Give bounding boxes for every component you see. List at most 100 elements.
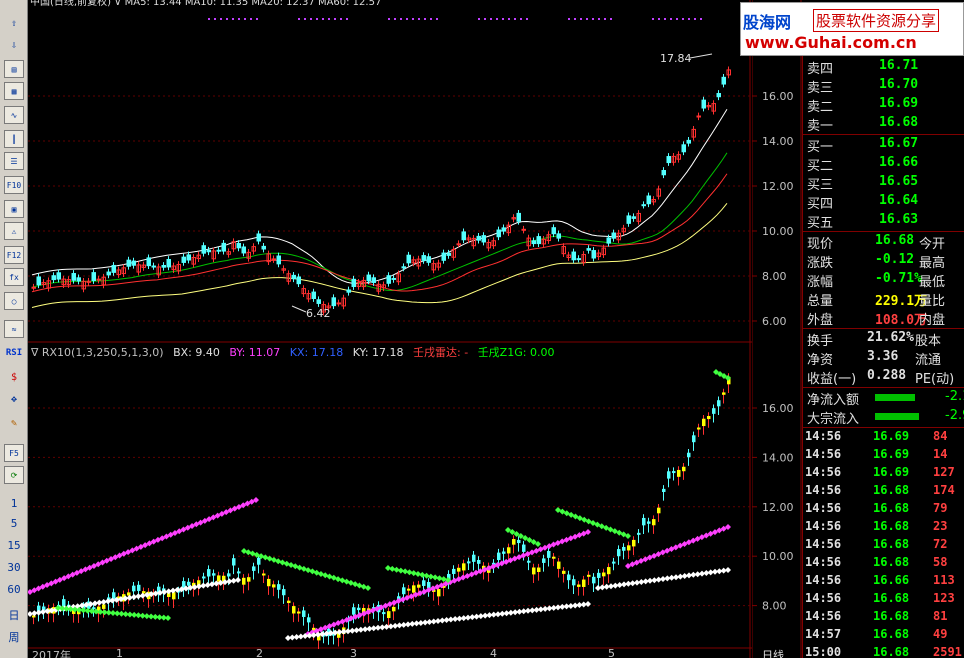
tick-volume: 174 xyxy=(933,483,955,497)
period-1[interactable]: 1 xyxy=(4,494,24,512)
report-icon[interactable]: ▤ xyxy=(4,60,24,78)
ind-candle-body xyxy=(697,427,701,430)
tick-row: 14:57 16.68 49 xyxy=(805,627,964,645)
ind-candle-body xyxy=(692,435,696,443)
f10-icon[interactable]: F10 xyxy=(4,176,24,194)
tick-volume: 113 xyxy=(933,573,955,587)
signal-dot xyxy=(574,18,576,20)
candle-body xyxy=(551,227,556,235)
candle-body xyxy=(261,245,266,250)
period-5[interactable]: 5 xyxy=(4,514,24,532)
bid-row: 买二 16.66 xyxy=(805,155,964,174)
signal-dot xyxy=(598,18,600,20)
indicator-ky: KY: 17.18 xyxy=(352,346,404,359)
ind-candle-body xyxy=(212,573,216,576)
stat2-row: 收益(一) 0.288 PE(动) xyxy=(805,368,964,387)
ind-candle-body xyxy=(602,572,606,577)
period-30[interactable]: 30 xyxy=(4,558,24,576)
period-60[interactable]: 60 xyxy=(4,580,24,598)
ind-candle-body xyxy=(387,611,391,619)
period-day[interactable]: 日 xyxy=(4,606,24,624)
chart-canvas[interactable]: 17.84 6.42 xyxy=(27,0,802,658)
ind-candle-body xyxy=(542,558,546,563)
grid-icon[interactable]: ▦ xyxy=(4,82,24,100)
ind-candle-body xyxy=(682,466,686,472)
candle-body xyxy=(131,260,136,266)
candle-body xyxy=(271,258,276,261)
signal-dot xyxy=(700,18,702,20)
ask-price: 16.68 xyxy=(879,115,919,130)
flow-value: -2.9 xyxy=(945,408,964,423)
refresh-icon[interactable]: ⟳ xyxy=(4,466,24,484)
ind-candle-body xyxy=(242,577,246,585)
ind-candle-body xyxy=(532,567,536,575)
rsi-icon[interactable]: RSI xyxy=(4,344,24,362)
flow-row: 大宗流入 -2.9 xyxy=(805,408,964,427)
tick-row: 14:56 16.69 14 xyxy=(805,447,964,465)
ind-candle-body xyxy=(512,539,516,545)
bid-price: 16.63 xyxy=(879,212,919,227)
f12-icon[interactable]: F12 xyxy=(4,246,24,264)
stat-row: 总量 229.1万 量比 xyxy=(805,290,964,309)
news-icon[interactable]: ▣ xyxy=(4,200,24,218)
month-label-4: 4 xyxy=(490,647,497,658)
signal-dot xyxy=(316,18,318,20)
list-icon[interactable]: ☰ xyxy=(4,152,24,170)
circle-icon[interactable]: ○ xyxy=(4,292,24,310)
logo-slogan: 股票软件资源分享 xyxy=(813,9,940,32)
chart-area[interactable]: 17.84 6.42 xyxy=(27,0,802,658)
ind-candle-body xyxy=(437,589,441,597)
indicator-name[interactable]: ∇ RX10(1,3,250,5,1,3,0) xyxy=(31,346,164,359)
stat-value: 16.68 xyxy=(875,233,915,248)
down-arrow-icon[interactable]: ⇩ xyxy=(4,36,24,54)
up-arrow-icon[interactable]: ⇧ xyxy=(4,14,24,32)
stat-label: 外盘 xyxy=(807,313,834,328)
signal-dot xyxy=(418,18,420,20)
alert-icon[interactable]: ⚠ xyxy=(4,222,24,240)
candle-body xyxy=(346,289,351,293)
candle-body xyxy=(496,229,501,238)
diamond-green xyxy=(436,575,443,582)
ind-candle-body xyxy=(422,580,426,586)
wave-icon[interactable]: ≈ xyxy=(4,320,24,338)
indicator-axis-label: 16.00 xyxy=(762,402,794,415)
candle-body xyxy=(606,237,611,244)
signal-dot xyxy=(238,18,240,20)
candle-body xyxy=(276,255,281,265)
bid-price: 16.64 xyxy=(879,193,919,208)
month-label-3: 3 xyxy=(350,647,357,658)
bid-price: 16.66 xyxy=(879,155,919,170)
formula-icon[interactable]: fx xyxy=(4,268,24,286)
candle-body xyxy=(441,252,446,261)
candle-body xyxy=(31,286,36,289)
period-week[interactable]: 周 xyxy=(4,628,24,646)
tick-volume: 14 xyxy=(933,447,948,461)
ind-candle-body xyxy=(252,566,256,571)
candle-icon[interactable]: ┃ xyxy=(4,130,24,148)
ind-candle-body xyxy=(662,488,666,493)
ind-candle-body xyxy=(277,584,281,590)
move-icon[interactable]: ✥ xyxy=(4,390,24,408)
candle-body xyxy=(206,249,211,253)
f5-icon[interactable]: F5 xyxy=(4,444,24,462)
tick-volume: 2591 xyxy=(933,645,962,658)
ind-candle-body xyxy=(582,579,586,587)
period-15[interactable]: 15 xyxy=(4,536,24,554)
dollar-icon[interactable]: $ xyxy=(4,368,24,386)
bid-label: 买三 xyxy=(807,178,834,193)
candle-body xyxy=(216,249,221,252)
candle-body xyxy=(366,274,371,282)
stat2-row: 换手 21.62% 股本 xyxy=(805,330,964,349)
diamond-white xyxy=(585,601,591,607)
ind-candle-body xyxy=(417,584,421,588)
candle-body xyxy=(401,266,406,269)
line-chart-icon[interactable]: ∿ xyxy=(4,106,24,124)
stat-label2: 内盘 xyxy=(919,313,946,328)
tick-volume: 72 xyxy=(933,537,948,551)
pencil-icon[interactable]: ✎ xyxy=(4,414,24,432)
candle-body xyxy=(111,264,116,273)
stat2-label2: PE(动) xyxy=(915,372,955,387)
ind-candle-body xyxy=(672,471,676,474)
ask-label: 卖四 xyxy=(807,62,834,77)
ind-candle-body xyxy=(547,550,551,558)
